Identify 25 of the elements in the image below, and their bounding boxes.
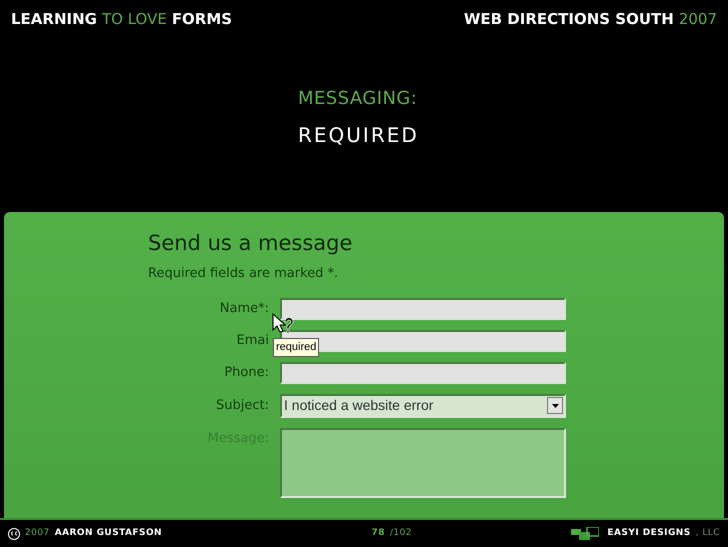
page-number: /102 [390,526,412,540]
footer-text: EASYI DESIGNS [607,526,691,540]
header-text: 2007 [678,9,717,30]
caret-icon [547,397,563,414]
required-note: Required fields are marked *. [148,265,340,283]
header-text: TO LOVE [102,9,167,30]
footer-text: AARON GUSTAFSON [54,526,162,540]
text-field[interactable] [280,362,566,384]
text-field[interactable] [280,298,566,320]
subject-select[interactable]: I noticed a website error [280,394,566,418]
field-label: Name*: [218,300,270,318]
tooltip: required [273,338,320,357]
header-text: FORMS [172,9,232,30]
creative-commons-icon [8,528,20,540]
footer-text: , LLC [696,526,720,540]
header-text: WEB DIRECTIONS SOUTH [464,9,674,30]
header-text: LEARNING [11,9,97,30]
field-label: Subject: [215,396,270,415]
page-number: 78 [372,526,385,540]
field-label: Phone: [223,364,270,382]
footer-text: 2007 [25,526,50,540]
form-heading: Send us a message [148,230,354,256]
slide-kicker: MESSAGING: [298,87,418,111]
slide-title: REQUIRED [298,122,420,149]
monitors-logo-icon [571,526,600,540]
